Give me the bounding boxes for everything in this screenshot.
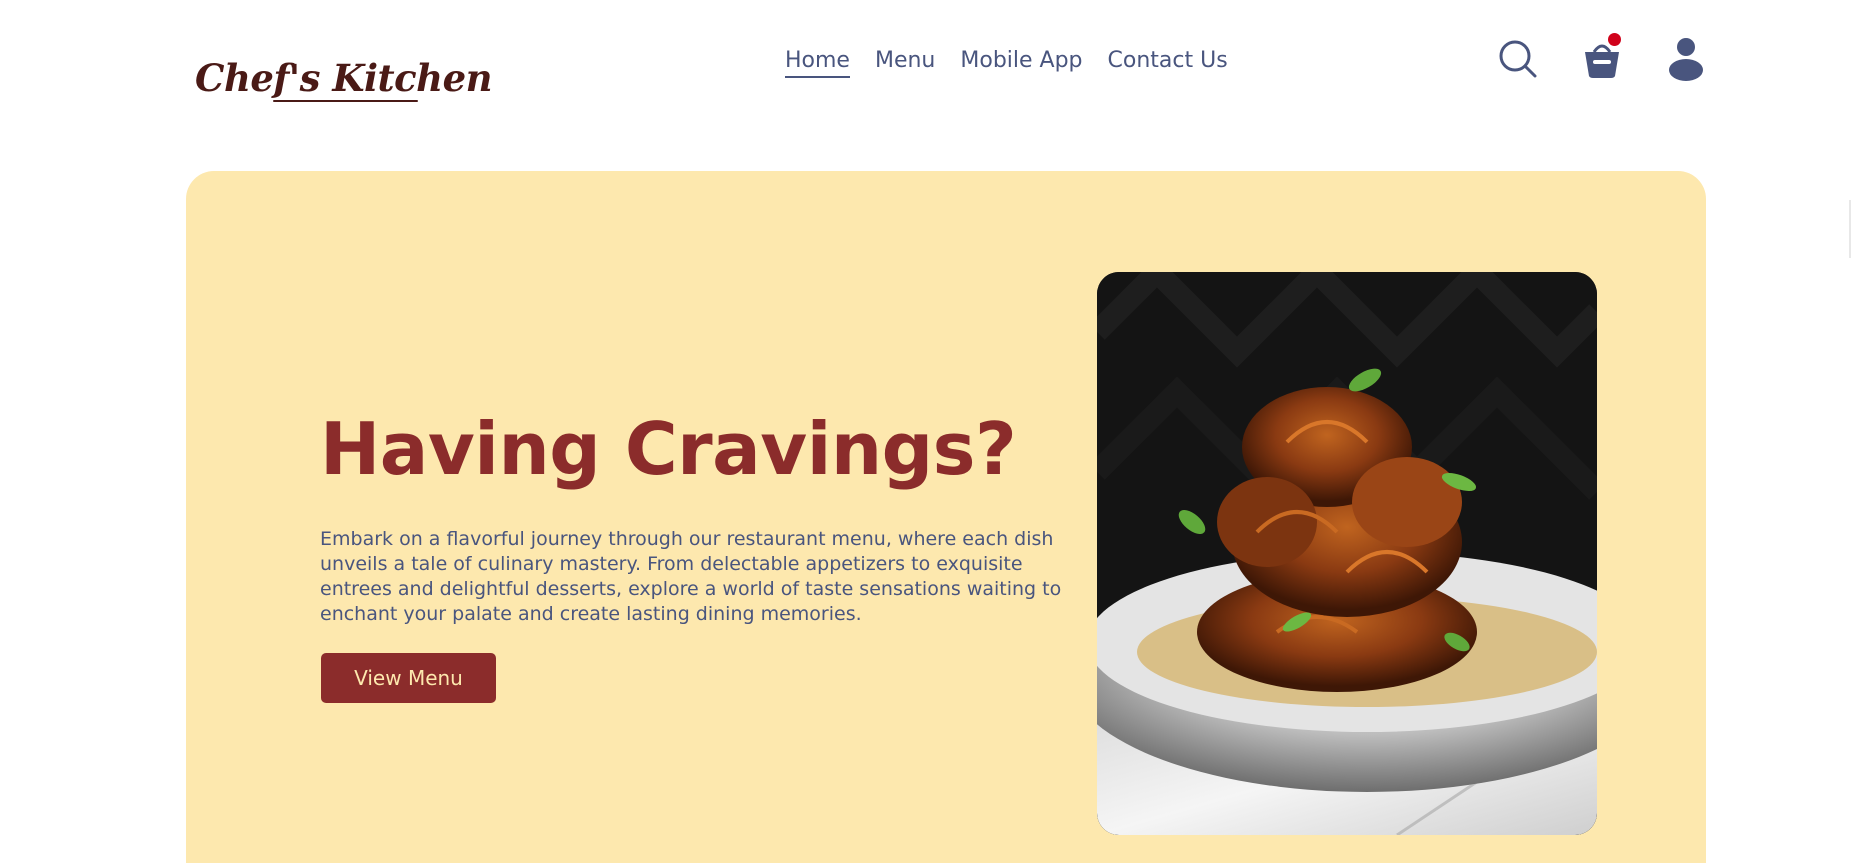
hero-title: Having Cravings? [320, 407, 1017, 491]
nav-item-mobile-app[interactable]: Mobile App [960, 48, 1082, 78]
nav-item-contact-us[interactable]: Contact Us [1108, 48, 1228, 78]
brand-name: Chef's Kitchen [195, 56, 493, 100]
hero-banner: Having Cravings? Embark on a flavorful j… [186, 171, 1706, 863]
page-edge-divider [1849, 200, 1853, 258]
header: Chef's Kitchen Home Menu Mobile App Cont… [0, 0, 1853, 125]
view-menu-button[interactable]: View Menu [321, 653, 496, 703]
main-nav: Home Menu Mobile App Contact Us [785, 48, 1228, 78]
cart-button[interactable] [1581, 33, 1623, 82]
hero-description: Embark on a flavorful journey through ou… [320, 528, 1062, 625]
search-button[interactable] [1497, 36, 1539, 82]
cart-notification-dot [1608, 33, 1621, 46]
user-icon [1669, 38, 1703, 81]
header-actions [1497, 33, 1707, 82]
brand-underline [273, 100, 418, 102]
brand-logo[interactable]: Chef's Kitchen [193, 20, 493, 106]
hero-dish-image [1097, 272, 1597, 835]
search-icon [1499, 40, 1537, 78]
profile-button[interactable] [1665, 36, 1707, 82]
nav-item-home[interactable]: Home [785, 48, 850, 78]
nav-item-menu[interactable]: Menu [875, 48, 935, 78]
